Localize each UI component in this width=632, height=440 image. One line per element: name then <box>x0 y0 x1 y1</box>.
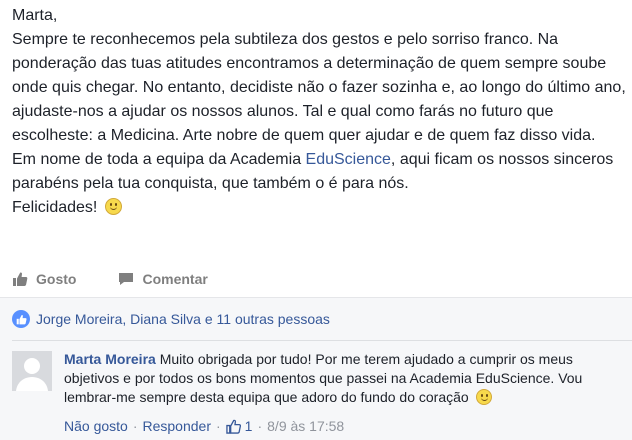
divider <box>12 340 632 341</box>
post-text: Em nome de toda a equipa da Academia <box>12 151 306 168</box>
likes-summary-text[interactable]: Jorge Moreira, Diana Silva e 11 outras p… <box>36 311 330 327</box>
reply-button[interactable]: Responder <box>143 418 212 434</box>
comments-section: Jorge Moreira, Diana Silva e 11 outras p… <box>0 297 632 440</box>
separator-dot: · <box>257 418 263 434</box>
avatar[interactable] <box>12 351 52 391</box>
eduscience-page-link[interactable]: EduScience <box>306 151 391 168</box>
like-badge-icon <box>12 310 30 328</box>
speech-bubble-icon <box>119 273 134 285</box>
likes-summary[interactable]: Jorge Moreira, Diana Silva e 11 outras p… <box>12 310 330 328</box>
comment-author[interactable]: Marta Moreira <box>64 351 156 367</box>
post-paragraph-2: Em nome de toda a equipa da Academia Edu… <box>12 148 627 196</box>
unlike-button[interactable]: Não gosto <box>64 418 128 434</box>
smile-emoji-icon <box>475 389 492 405</box>
smile-emoji-icon <box>104 198 122 215</box>
like-button[interactable]: Gosto <box>12 271 76 287</box>
like-label: Gosto <box>36 271 77 287</box>
post-body: Marta, Sempre te reconhecemos pela subti… <box>12 4 627 220</box>
post-actions: Gosto Comentar <box>12 266 250 292</box>
default-user-icon <box>12 351 52 391</box>
post-greeting: Marta, <box>12 7 58 24</box>
comment: Marta Moreira Muito obrigada por tudo! P… <box>64 350 624 407</box>
comment-label: Comentar <box>142 271 208 287</box>
comment-timestamp[interactable]: 8/9 às 17:58 <box>267 418 344 434</box>
separator-dot: · <box>216 418 221 434</box>
comment-meta: Não gosto · Responder · 1 · 8/9 às 17:58 <box>64 418 344 434</box>
comment-like-count[interactable]: 1 <box>225 418 253 434</box>
like-count: 1 <box>244 418 253 434</box>
comment-button[interactable]: Comentar <box>118 271 208 287</box>
closing-text: Felicidades! <box>12 199 98 216</box>
separator-dot: · <box>132 418 138 434</box>
post-paragraph: Sempre te reconhecemos pela subtileza do… <box>12 31 626 144</box>
thumbs-up-icon <box>225 419 241 434</box>
post-closing: Felicidades! <box>12 196 627 220</box>
thumbs-up-icon <box>13 272 28 286</box>
